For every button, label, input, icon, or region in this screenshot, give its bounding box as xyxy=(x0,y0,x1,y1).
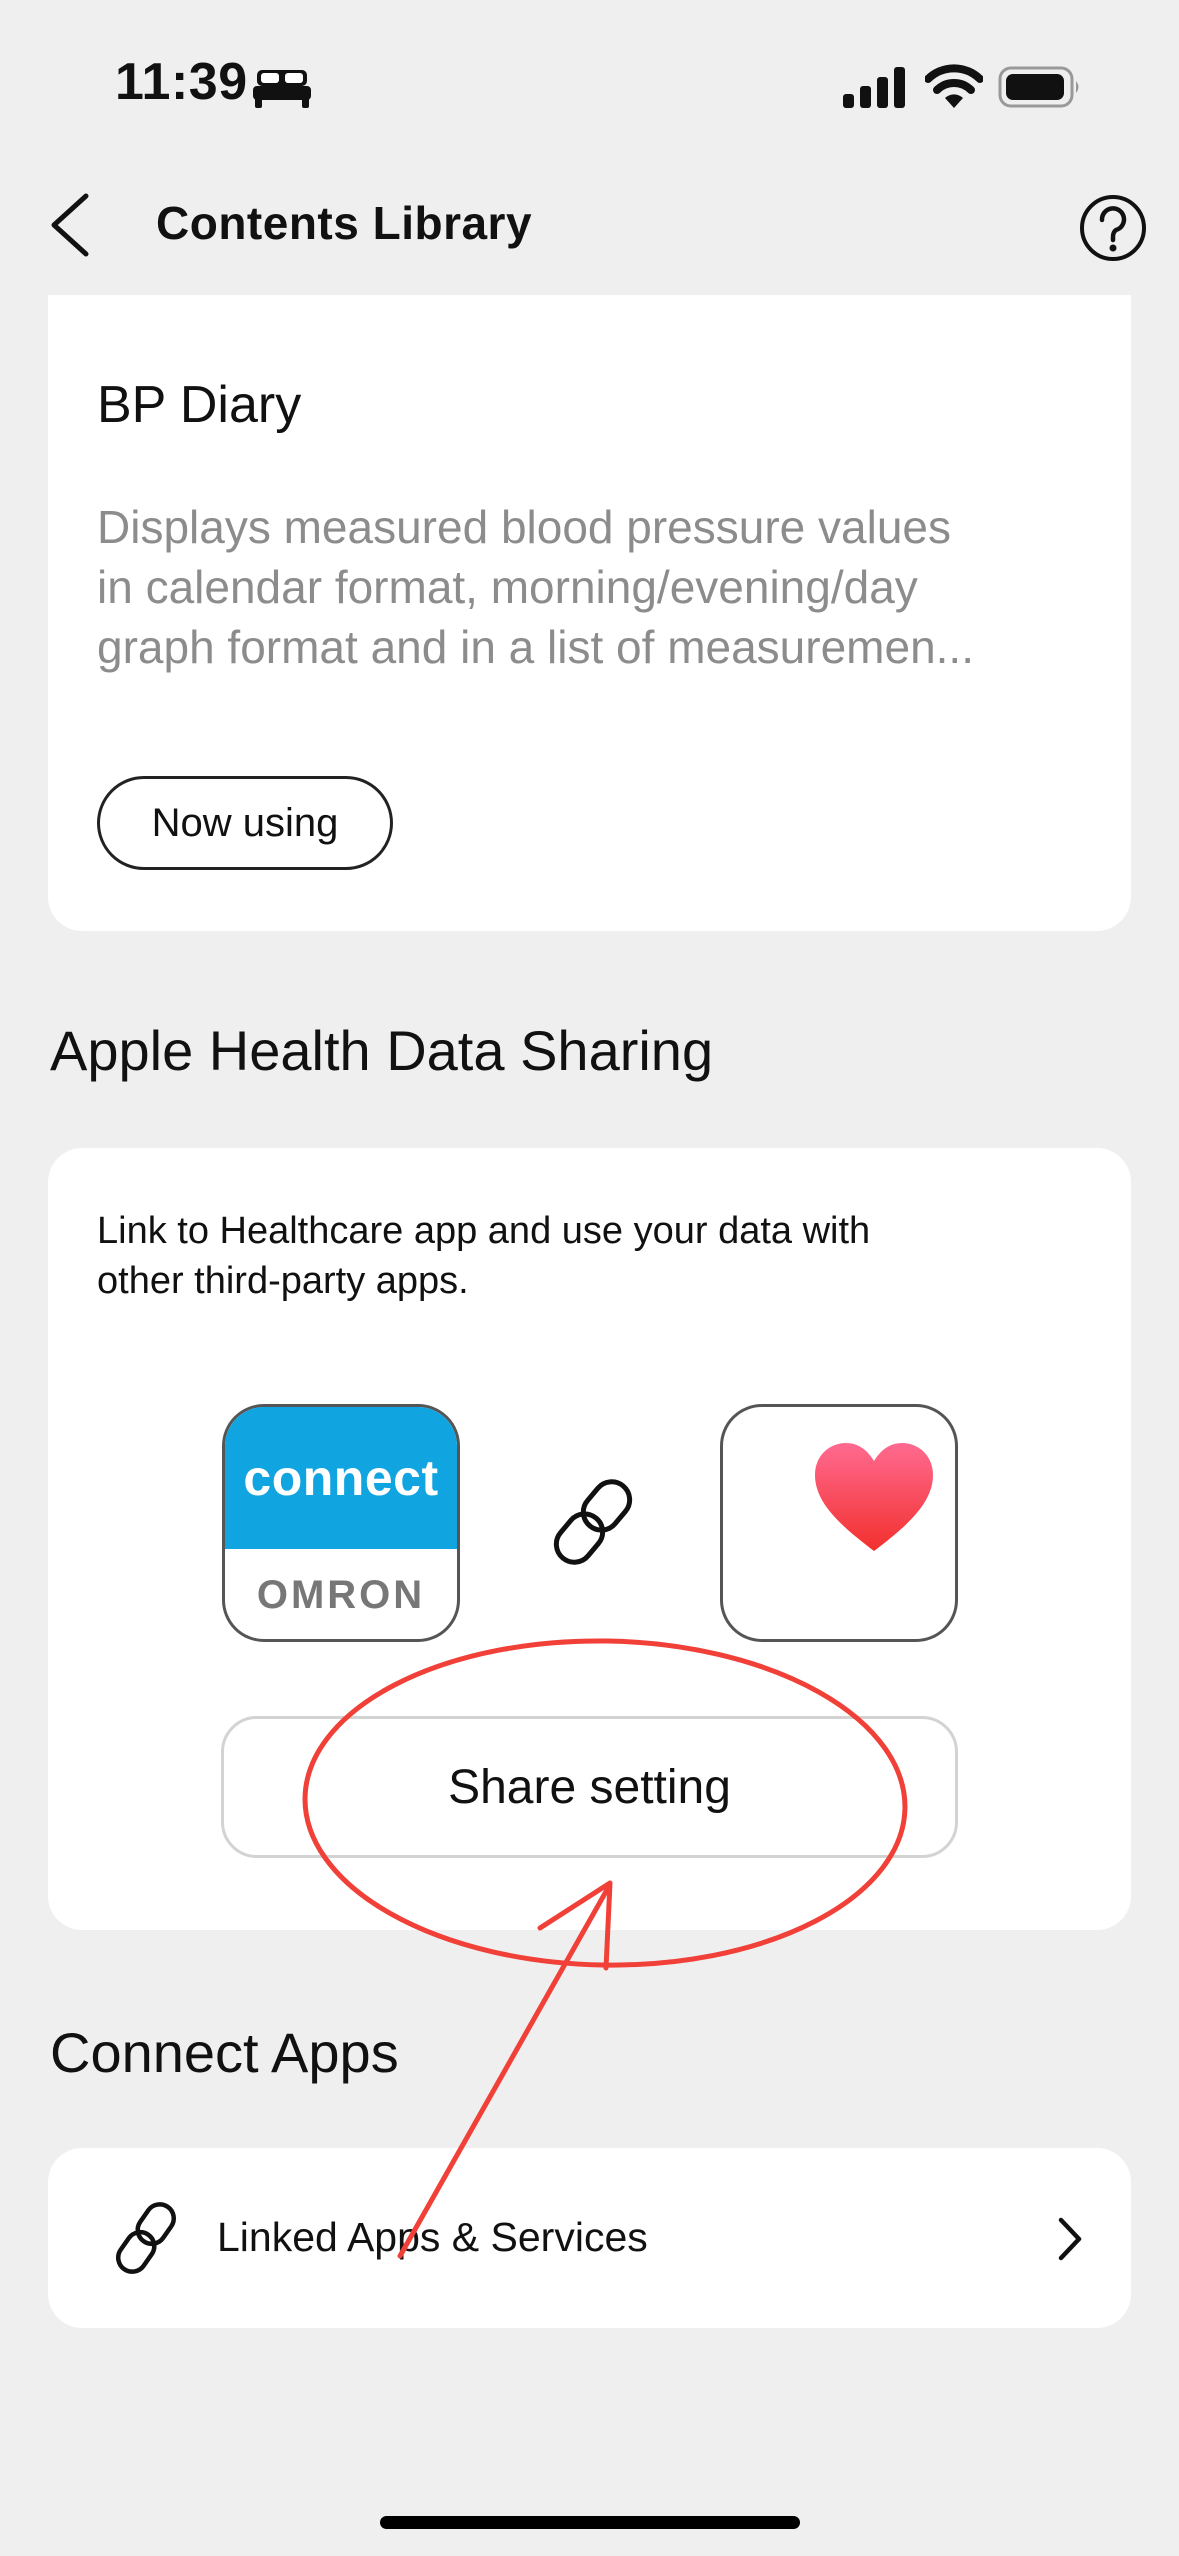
status-time: 11:39 xyxy=(115,53,248,111)
section-title-apple-health: Apple Health Data Sharing xyxy=(50,1019,714,1082)
apple-health-description: Link to Healthcare app and use your data… xyxy=(97,1206,1077,1306)
description-line: in calendar format, morning/evening/day xyxy=(97,561,918,613)
omron-connect-app-icon: connect OMRON xyxy=(222,1404,460,1642)
bed-icon xyxy=(253,70,311,108)
now-using-button[interactable]: Now using xyxy=(97,776,393,870)
connect-logo-text: connect xyxy=(225,1407,457,1549)
wifi-icon xyxy=(925,64,983,108)
share-setting-button[interactable]: Share setting xyxy=(221,1716,958,1858)
battery-icon xyxy=(998,66,1079,108)
description-line: graph format and in a list of measuremen… xyxy=(97,621,974,673)
apple-health-app-icon xyxy=(720,1404,958,1642)
help-button[interactable] xyxy=(1078,193,1148,263)
linked-apps-label: Linked Apps & Services xyxy=(217,2214,648,2260)
card-description: Displays measured blood pressure values … xyxy=(97,497,1107,677)
link-icon xyxy=(553,1479,633,1565)
card-title: BP Diary xyxy=(97,376,302,434)
description-line: Link to Healthcare app and use your data… xyxy=(97,1210,871,1252)
back-button[interactable] xyxy=(44,190,102,260)
description-line: Displays measured blood pressure values xyxy=(97,501,951,553)
link-icon xyxy=(115,2202,177,2274)
omron-logo-text: OMRON xyxy=(256,1573,426,1617)
signal-icon xyxy=(843,67,905,108)
section-title-connect-apps: Connect Apps xyxy=(50,2021,399,2084)
page-title: Contents Library xyxy=(156,197,533,249)
chevron-right-icon xyxy=(1058,2217,1082,2261)
description-line: other third-party apps. xyxy=(97,1260,469,1302)
heart-icon xyxy=(815,1443,933,1551)
home-indicator xyxy=(380,2516,800,2529)
